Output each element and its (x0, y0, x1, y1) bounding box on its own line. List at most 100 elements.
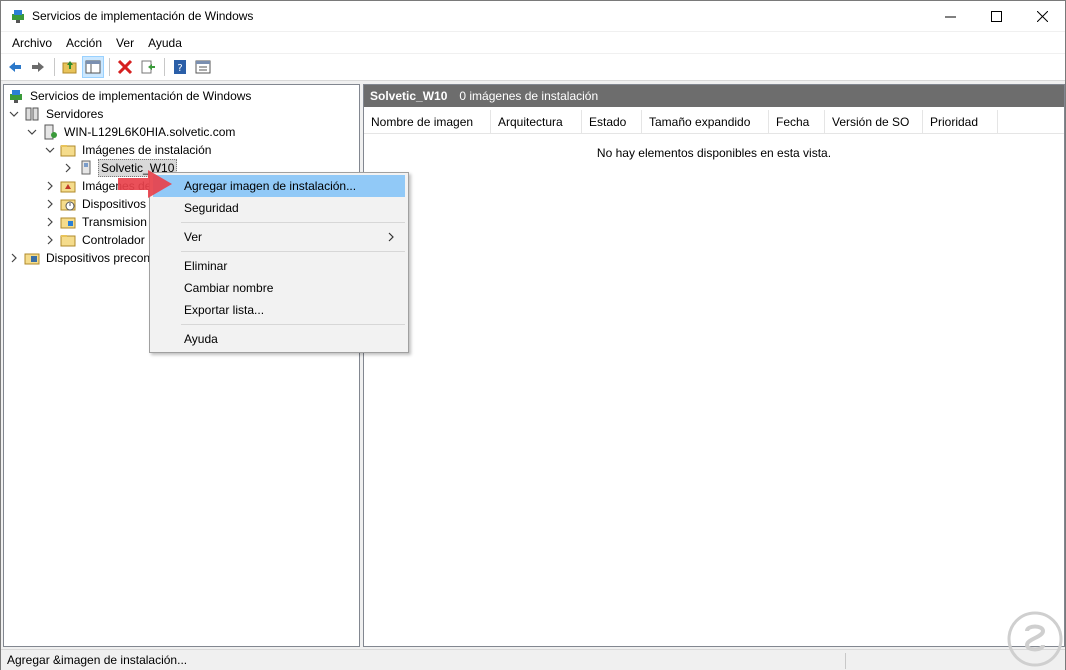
properties-icon (195, 60, 211, 74)
expanded-chevron-icon[interactable] (26, 126, 38, 138)
details-header-count: 0 imágenes de instalación (459, 89, 599, 103)
tree-label: Imágenes de instalación (82, 143, 212, 157)
minimize-button[interactable] (927, 1, 973, 31)
forward-button[interactable] (27, 56, 49, 78)
menu-item-export[interactable]: Exportar lista... (153, 299, 405, 321)
forward-icon (32, 62, 44, 72)
prestaged-devices-icon (24, 253, 40, 265)
menu-item-view[interactable]: Ver (153, 226, 405, 248)
server-icon (44, 124, 57, 140)
column-header-priority[interactable]: Prioridad (923, 110, 998, 134)
up-folder-button[interactable] (59, 56, 81, 78)
tree-node-prestaged[interactable]: Dispositivos precon (8, 249, 152, 267)
pointer-arrow-icon (118, 170, 172, 198)
servers-icon (25, 107, 39, 121)
menu-item-security[interactable]: Seguridad (153, 197, 405, 219)
title-bar: Servicios de implementación de Windows (1, 1, 1065, 31)
tree-label: Controlador (82, 233, 145, 247)
maximize-icon (990, 10, 1002, 22)
watermark-logo-icon (1007, 611, 1063, 667)
expanded-chevron-icon[interactable] (44, 144, 56, 156)
details-header: Solvetic_W10 0 imágenes de instalación (364, 85, 1064, 107)
tree-node-server[interactable]: WIN-L129L6K0HIA.solvetic.com (26, 123, 237, 141)
tree-label: Servidores (46, 107, 104, 121)
status-bar: Agregar &imagen de instalación... (1, 649, 1065, 670)
wds-icon (10, 90, 22, 103)
tree-label: Servicios de implementación de Windows (30, 89, 252, 103)
column-headers: Nombre de imagen Arquitectura Estado Tam… (364, 110, 1064, 134)
column-header-date[interactable]: Fecha (769, 110, 825, 134)
context-menu: Agregar imagen de instalación... Segurid… (149, 172, 409, 353)
minimize-icon (944, 16, 956, 17)
up-folder-icon (62, 61, 77, 74)
expanded-chevron-icon[interactable] (8, 108, 20, 120)
svg-text:?: ? (177, 63, 182, 74)
status-text: Agregar &imagen de instalación... (7, 653, 188, 667)
menu-separator (181, 251, 405, 252)
menu-ayuda[interactable]: Ayuda (141, 33, 189, 53)
export-button[interactable] (137, 56, 159, 78)
toolbar-separator (109, 58, 110, 76)
collapsed-chevron-icon[interactable] (44, 216, 56, 228)
menu-item-delete[interactable]: Eliminar (153, 255, 405, 277)
image-group-icon (81, 160, 91, 175)
toolbar: ? (1, 54, 1065, 81)
boot-folder-icon (60, 181, 76, 193)
empty-message: No hay elementos disponibles en esta vis… (596, 146, 832, 160)
delete-button[interactable] (114, 56, 136, 78)
menu-separator (181, 222, 405, 223)
window-title: Servicios de implementación de Windows (32, 9, 254, 23)
collapsed-chevron-icon[interactable] (44, 234, 56, 246)
tree-label: Dispositivos precon (46, 251, 151, 265)
menu-ver[interactable]: Ver (109, 33, 141, 53)
delete-icon (117, 59, 133, 75)
export-icon (141, 60, 155, 74)
menu-separator (181, 324, 405, 325)
pending-devices-icon (60, 199, 76, 211)
submenu-chevron-icon (388, 232, 394, 242)
help-button[interactable]: ? (169, 56, 191, 78)
close-icon (1036, 10, 1048, 22)
tree-node-drivers[interactable]: Controlador (44, 231, 147, 249)
collapsed-chevron-icon[interactable] (44, 198, 56, 210)
app-icon (12, 10, 24, 23)
tree-node-servers[interactable]: Servidores (8, 105, 105, 123)
help-icon: ? (174, 60, 186, 74)
status-divider (845, 653, 846, 669)
show-hide-tree-button[interactable] (82, 56, 104, 78)
collapsed-chevron-icon[interactable] (44, 180, 56, 192)
show-hide-tree-icon (85, 60, 101, 74)
main-window: Servicios de implementación de Windows A… (0, 0, 1066, 670)
tree-node-transmissions[interactable]: Transmision (44, 213, 149, 231)
tree-node-root[interactable]: Servicios de implementación de Windows (8, 87, 253, 105)
multicast-icon (60, 217, 76, 229)
menu-item-add-image[interactable]: Agregar imagen de instalación... (153, 175, 405, 197)
tree-node-install-images[interactable]: Imágenes de instalación (44, 141, 213, 159)
back-button[interactable] (4, 56, 26, 78)
tree-pane[interactable]: Servicios de implementación de Windows S… (3, 84, 360, 647)
menu-bar: Archivo Acción Ver Ayuda (1, 32, 1065, 53)
maximize-button[interactable] (973, 1, 1019, 31)
menu-item-help[interactable]: Ayuda (153, 328, 405, 350)
tree-label: WIN-L129L6K0HIA.solvetic.com (64, 125, 236, 139)
toolbar-separator (164, 58, 165, 76)
details-pane[interactable]: Solvetic_W10 0 imágenes de instalación N… (363, 84, 1065, 647)
menu-item-rename[interactable]: Cambiar nombre (153, 277, 405, 299)
menu-item-view-label: Ver (184, 230, 203, 244)
collapsed-chevron-icon[interactable] (62, 162, 74, 174)
details-header-name: Solvetic_W10 (370, 89, 448, 103)
close-button[interactable] (1019, 1, 1065, 31)
menu-archivo[interactable]: Archivo (5, 33, 59, 53)
collapsed-chevron-icon[interactable] (8, 252, 20, 264)
toolbar-separator (54, 58, 55, 76)
back-icon (9, 62, 21, 72)
tree-label: Transmision (82, 215, 147, 229)
column-header-name[interactable]: Nombre de imagen (364, 110, 491, 134)
column-header-os-version[interactable]: Versión de SO (825, 110, 923, 134)
menu-accion[interactable]: Acción (59, 33, 109, 53)
column-header-status[interactable]: Estado (582, 110, 642, 134)
folder-icon (60, 235, 76, 247)
column-header-architecture[interactable]: Arquitectura (491, 110, 582, 134)
properties-button[interactable] (192, 56, 214, 78)
column-header-size[interactable]: Tamaño expandido (642, 110, 769, 134)
